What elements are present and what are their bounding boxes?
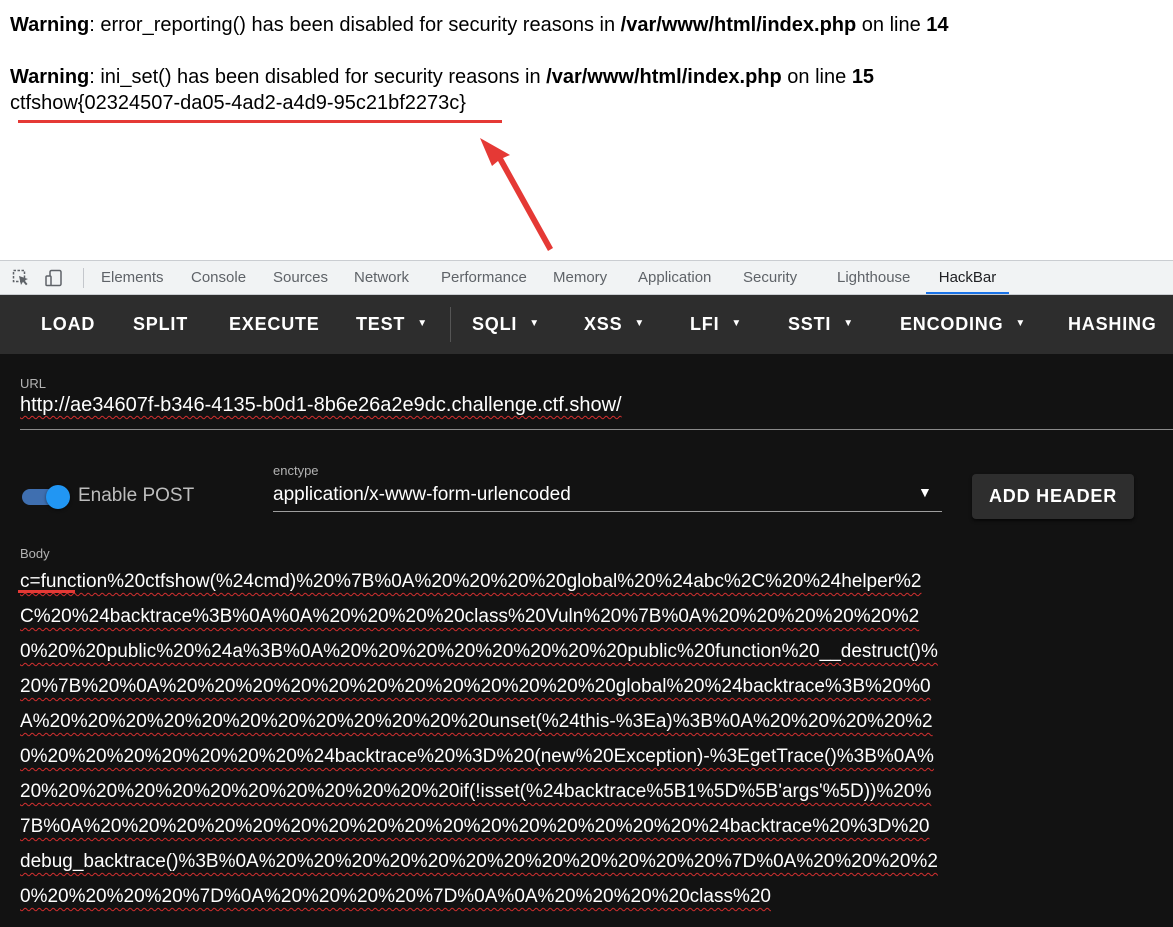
hackbar-toolbar: LOAD SPLIT EXECUTE TEST ▼ SQLI ▼ XSS ▼ LFI ▼… [0,295,1173,354]
encoding-label: ENCODING [900,314,1004,334]
ssti-label: SSTI [788,314,832,334]
ssti-menu-button[interactable]: SSTI ▼ [788,295,854,354]
load-button[interactable]: LOAD [41,295,95,354]
warning-message-2: Warning: ini_set() has been disabled for… [10,64,874,90]
enctype-label: enctype [273,463,319,478]
warning-text: : error_reporting() has been disabled fo… [89,14,621,36]
tab-performance[interactable]: Performance [437,261,531,294]
toolbar-divider [450,307,451,342]
tab-security[interactable]: Security [739,261,801,294]
body-label: Body [20,546,50,561]
annotation-arrow-icon [480,138,553,251]
flag-text: ctfshow{02324507-da05-4ad2-a4d9-95c21bf2… [10,92,466,114]
caret-down-icon: ▼ [843,317,854,329]
encoding-menu-button[interactable]: ENCODING ▼ [900,295,1026,354]
hashing-label: HASHING [1068,314,1157,334]
tab-memory[interactable]: Memory [549,261,611,294]
url-input[interactable]: http://ae34607f-b346-4135-b0d1-8b6e26a2e… [20,394,622,417]
warning-online: on line [781,66,852,88]
enable-post-toggle[interactable] [22,485,70,509]
warning-file: /var/www/html/index.php [620,14,857,36]
flag-highlight-underline [18,120,502,123]
body-textarea[interactable]: c=function%20ctfshow(%24cmd)%20%7B%0A%20… [20,564,940,914]
caret-down-icon: ▼ [417,317,428,329]
tab-application[interactable]: Application [634,261,715,294]
warning-text: : ini_set() has been disabled for securi… [89,66,547,88]
enctype-select[interactable]: application/x-www-form-urlencoded [273,484,571,506]
add-header-button[interactable]: ADD HEADER [972,474,1134,519]
tab-lighthouse[interactable]: Lighthouse [833,261,914,294]
warning-label: Warning [10,66,90,88]
warning-file: /var/www/html/index.php [546,66,782,88]
url-label: URL [20,376,47,391]
lfi-label: LFI [690,314,720,334]
devtools-tab-bar: Elements Console Sources Network Perform… [0,260,1173,295]
warning-line: 14 [926,14,949,36]
enable-post-label[interactable]: Enable POST [78,485,194,507]
xss-label: XSS [584,314,623,334]
tab-console[interactable]: Console [187,261,250,294]
tab-divider [83,268,84,288]
execute-label: EXECUTE [229,314,320,334]
caret-down-icon: ▼ [634,317,646,329]
warning-message-1: Warning: error_reporting() has been disa… [10,12,949,38]
warning-label: Warning [10,14,90,36]
toggle-knob [46,485,70,509]
test-label: TEST [356,314,406,334]
dropdown-arrow-icon[interactable]: ▼ [918,484,932,500]
xss-menu-button[interactable]: XSS ▼ [584,295,645,354]
page-output: Warning: error_reporting() has been disa… [0,0,1173,260]
warning-line: 15 [851,66,875,88]
lfi-menu-button[interactable]: LFI ▼ [690,295,742,354]
load-label: LOAD [41,314,96,334]
split-button[interactable]: SPLIT [133,295,188,354]
hashing-menu-button[interactable]: HASHING [1068,295,1157,354]
sqli-label: SQLI [472,314,518,334]
caret-down-icon: ▼ [529,317,540,329]
execute-button[interactable]: EXECUTE [229,295,320,354]
sqli-menu-button[interactable]: SQLI ▼ [472,295,540,354]
tab-hackbar[interactable]: HackBar [926,261,1009,294]
enctype-underline [273,511,942,512]
tab-elements[interactable]: Elements [97,261,168,294]
url-input-underline [20,429,1173,430]
device-toolbar-icon[interactable] [45,269,63,287]
split-label: SPLIT [133,314,189,334]
caret-down-icon: ▼ [1015,317,1027,329]
test-menu-button[interactable]: TEST ▼ [356,295,428,354]
tab-sources[interactable]: Sources [269,261,332,294]
body-highlight-underline [18,590,75,593]
tab-network[interactable]: Network [350,261,413,294]
caret-down-icon: ▼ [731,317,743,329]
warning-online: on line [856,14,927,36]
hackbar-panel: URL http://ae34607f-b346-4135-b0d1-8b6e2… [0,354,1173,927]
inspect-element-icon[interactable] [12,269,30,287]
